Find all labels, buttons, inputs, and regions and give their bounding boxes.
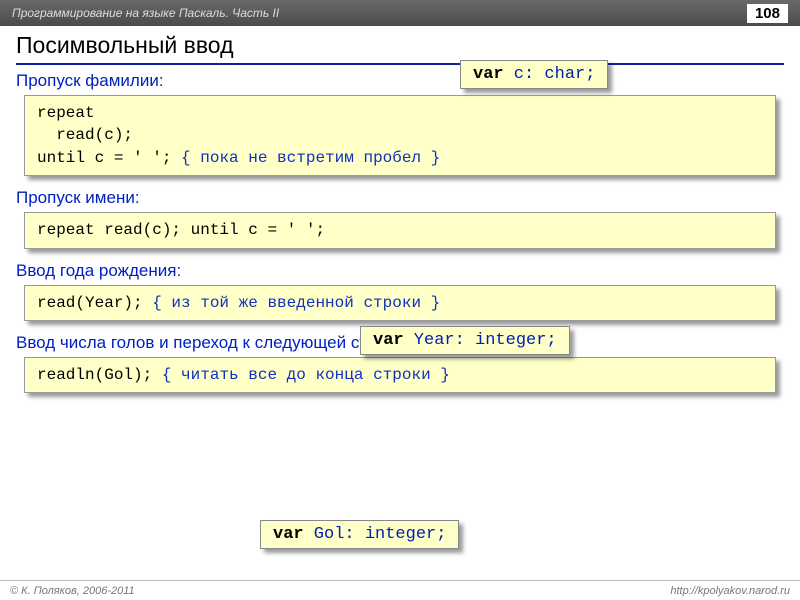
slide-footer: © К. Поляков, 2006-2011 http://kpolyakov… [0, 580, 800, 600]
keyword: var [473, 65, 504, 84]
keyword: var [273, 525, 304, 544]
code-line: repeat [37, 104, 95, 122]
code-line: until c = ' '; [37, 149, 181, 167]
keyword: var [373, 331, 404, 350]
decl: Year: integer; [404, 331, 557, 350]
code-comment: { читать все до конца строки } [162, 366, 450, 384]
label-surname: Пропуск фамилии: [16, 71, 784, 91]
code-comment: { из той же введенной строки } [152, 294, 440, 312]
page-number: 108 [747, 4, 788, 23]
code-line: readln(Gol); [37, 366, 162, 384]
code-comment: { пока не встретим пробел } [181, 149, 440, 167]
label-name: Пропуск имени: [16, 188, 784, 208]
decl: Gol: integer; [304, 525, 447, 544]
code-surname: repeat read(c); until c = ' '; { пока не… [24, 95, 776, 176]
code-year: read(Year); { из той же введенной строки… [24, 285, 776, 321]
page-title: Посимвольный ввод [16, 32, 784, 65]
code-name: repeat read(c); until c = ' '; [24, 212, 776, 248]
code-line: read(c); [37, 126, 133, 144]
code-goals: readln(Gol); { читать все до конца строк… [24, 357, 776, 393]
tag-var-char: var c: char; [460, 60, 608, 89]
code-line: read(Year); [37, 294, 152, 312]
slide-header: Программирование на языке Паскаль. Часть… [0, 0, 800, 26]
copyright: © К. Поляков, 2006-2011 [10, 585, 670, 597]
label-year: Ввод года рождения: [16, 261, 784, 281]
footer-url: http://kpolyakov.narod.ru [670, 585, 790, 597]
tag-var-year: var Year: integer; [360, 326, 570, 355]
decl: c: char; [504, 65, 596, 84]
tag-var-gol: var Gol: integer; [260, 520, 459, 549]
deck-title: Программирование на языке Паскаль. Часть… [12, 6, 747, 20]
code-line: repeat read(c); until c = ' '; [37, 221, 325, 239]
